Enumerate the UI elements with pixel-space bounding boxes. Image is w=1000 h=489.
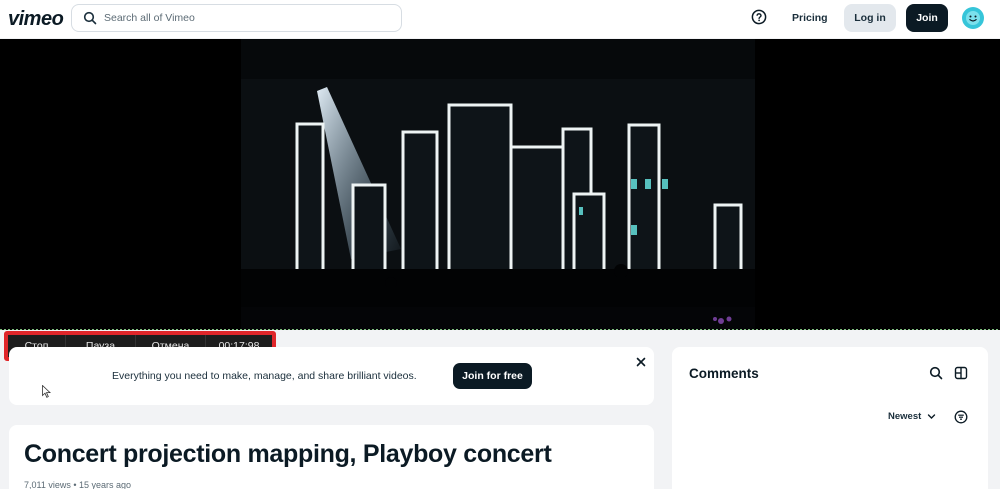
join-for-free-button[interactable]: Join for free xyxy=(453,363,532,389)
video-info-card: Concert projection mapping, Playboy conc… xyxy=(9,425,654,489)
video-title: Concert projection mapping, Playboy conc… xyxy=(24,440,552,468)
chevron-down-icon xyxy=(928,414,936,419)
comments-title: Comments xyxy=(689,366,759,381)
sort-dropdown[interactable]: Newest xyxy=(888,411,936,422)
search-comments-icon[interactable] xyxy=(929,366,943,380)
filter-icon[interactable] xyxy=(954,410,968,424)
progress-track xyxy=(0,329,1000,330)
smiley-avatar-icon xyxy=(963,8,983,28)
video-meta: 7,011 views • 15 years ago xyxy=(24,480,132,489)
video-frame[interactable] xyxy=(241,39,755,330)
promo-banner: Everything you need to make, manage, and… xyxy=(9,347,654,405)
mouse-cursor-icon xyxy=(42,384,52,398)
avatar[interactable] xyxy=(962,7,984,29)
promo-text: Everything you need to make, manage, and… xyxy=(112,370,417,382)
expand-panel-icon[interactable] xyxy=(954,366,968,380)
close-icon[interactable] xyxy=(634,355,648,369)
search-icon xyxy=(78,6,102,30)
help-icon[interactable] xyxy=(751,9,767,25)
pricing-link[interactable]: Pricing xyxy=(780,6,840,30)
concert-stage-image xyxy=(241,39,755,330)
search-box[interactable] xyxy=(71,4,402,32)
search-input[interactable] xyxy=(104,12,394,24)
sort-label: Newest xyxy=(888,411,922,422)
top-nav: vimeo Pricing Log in Join xyxy=(0,0,1000,38)
comments-panel: Comments Newest xyxy=(672,347,988,489)
join-button[interactable]: Join xyxy=(906,4,948,32)
vimeo-logo[interactable]: vimeo xyxy=(8,8,64,31)
video-player[interactable] xyxy=(0,39,1000,330)
login-button[interactable]: Log in xyxy=(844,4,896,32)
